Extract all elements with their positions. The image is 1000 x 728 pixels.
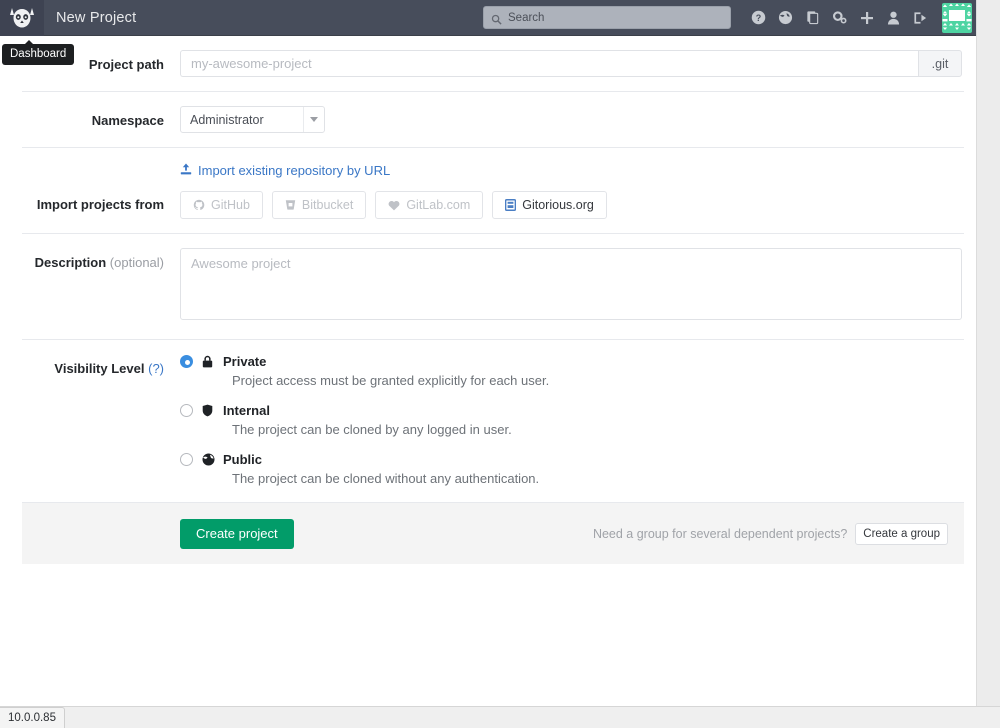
import-field-col: Import existing repository by URL GitHub <box>180 162 964 219</box>
visibility-internal-head: Internal <box>180 403 948 418</box>
create-project-button[interactable]: Create project <box>180 518 294 549</box>
github-icon <box>193 199 211 211</box>
desktop-background-strip <box>976 0 1000 728</box>
visibility-public-head: Public <box>180 452 948 467</box>
sign-out-icon[interactable] <box>907 0 934 36</box>
import-gitlabcom-label: GitLab.com <box>406 198 471 212</box>
import-gitorious-label: Gitorious.org <box>522 198 594 212</box>
import-github-button[interactable]: GitHub <box>180 191 263 219</box>
import-by-url-label: Import existing repository by URL <box>198 163 391 178</box>
visibility-public-title: Public <box>223 452 263 467</box>
radio-public[interactable] <box>180 453 193 466</box>
visibility-internal-description: The project can be cloned by any logged … <box>232 422 512 437</box>
visibility-option-internal[interactable]: Internal The project can be cloned by an… <box>180 403 948 437</box>
project-path-field-col: .git <box>180 50 976 77</box>
project-path-input-group: .git <box>180 50 962 77</box>
import-github-label: GitHub <box>211 198 250 212</box>
visibility-option-private[interactable]: Private Project access must be granted e… <box>180 354 948 388</box>
git-suffix-addon: .git <box>918 50 962 77</box>
gitorious-icon <box>505 199 522 211</box>
visibility-help-icon[interactable]: (?) <box>148 361 164 376</box>
page-title: New Project <box>56 9 137 26</box>
import-bitbucket-label: Bitbucket <box>301 198 354 212</box>
help-icon[interactable]: ? <box>745 0 772 36</box>
bitbucket-icon <box>285 199 302 211</box>
clipboard-issues-icon[interactable] <box>799 0 826 36</box>
create-group-hint: Need a group for several dependent proje… <box>592 526 848 541</box>
description-textarea[interactable] <box>180 248 962 320</box>
project-path-input[interactable] <box>180 50 918 77</box>
form-row-visibility: Visibility Level (?) Private Project acc… <box>22 340 964 502</box>
import-gitorious-button[interactable]: Gitorious.org <box>492 191 607 219</box>
namespace-selected-value: Administrator <box>190 112 264 127</box>
form-row-namespace: Namespace Administrator <box>22 92 964 148</box>
globe-icon <box>202 453 216 466</box>
namespace-field-col: Administrator <box>180 106 964 133</box>
new-project-form: Project path .git Namespace Administrato… <box>22 36 964 502</box>
visibility-public-description: The project can be cloned without any au… <box>232 471 540 486</box>
visibility-private-title: Private <box>223 354 267 369</box>
import-by-url-link[interactable]: Import existing repository by URL <box>180 163 390 178</box>
chevron-down-icon[interactable] <box>303 107 324 132</box>
namespace-select[interactable]: Administrator <box>180 106 325 133</box>
import-gitlabcom-button[interactable]: GitLab.com <box>375 191 484 219</box>
search-input[interactable]: Search <box>483 6 731 29</box>
upload-icon <box>180 163 198 178</box>
import-projects-label: Import projects from <box>36 197 164 212</box>
browser-viewport: New Project Search ? Dashboard Project p… <box>0 0 976 728</box>
form-row-import: Import projects from Import existing rep… <box>22 148 964 234</box>
browser-status-bar: 10.0.0.85 <box>0 706 1000 728</box>
form-row-project-path: Project path .git <box>22 36 964 92</box>
description-optional-text: (optional) <box>109 255 164 270</box>
import-bitbucket-button[interactable]: Bitbucket <box>271 191 367 219</box>
lock-icon <box>202 355 216 368</box>
radio-internal[interactable] <box>180 404 193 417</box>
visibility-option-public[interactable]: Public The project can be cloned without… <box>180 452 948 486</box>
visibility-internal-title: Internal <box>223 403 270 418</box>
visibility-private-head: Private <box>180 354 948 369</box>
import-buttons-group: GitHub Bitbucket GitLab.com Gitorious.or… <box>180 191 948 219</box>
create-group-area: Need a group for several dependent proje… <box>592 522 948 545</box>
visibility-private-description: Project access must be granted explicitl… <box>232 373 550 388</box>
search-field-wrapper[interactable]: Search <box>483 6 731 29</box>
search-placeholder: Search <box>508 11 545 24</box>
dashboard-tooltip: Dashboard <box>2 40 75 65</box>
shield-icon <box>202 404 216 417</box>
description-field-col <box>180 248 976 325</box>
admin-gears-icon[interactable] <box>826 0 853 36</box>
plus-new-icon[interactable] <box>853 0 880 36</box>
radio-private[interactable] <box>180 355 193 368</box>
heart-gitlab-icon <box>388 200 406 211</box>
description-label-text: Description <box>34 255 107 270</box>
namespace-label: Namespace <box>91 113 164 128</box>
user-profile-icon[interactable] <box>880 0 907 36</box>
search-icon <box>491 12 502 25</box>
navbar-icon-group: ? <box>745 0 934 36</box>
create-group-button[interactable]: Create a group <box>855 522 948 545</box>
visibility-label-text: Visibility Level <box>54 361 145 376</box>
status-bar-url: 10.0.0.85 <box>0 707 65 728</box>
svg-text:?: ? <box>756 13 762 23</box>
top-navbar: New Project Search ? <box>0 0 976 36</box>
globe-public-icon[interactable] <box>772 0 799 36</box>
description-label: Description (optional) <box>22 248 180 270</box>
gitlab-logo-button[interactable] <box>0 0 44 36</box>
user-avatar-identicon[interactable] <box>942 2 972 33</box>
visibility-options: Private Project access must be granted e… <box>180 354 964 488</box>
form-actions-bar: Create project Need a group for several … <box>22 502 964 564</box>
visibility-level-label: Visibility Level (?) <box>22 354 180 376</box>
gitlab-tanuki-icon <box>9 6 35 30</box>
screen: New Project Search ? Dashboard Project p… <box>0 0 1000 728</box>
form-row-description: Description (optional) <box>22 234 964 340</box>
